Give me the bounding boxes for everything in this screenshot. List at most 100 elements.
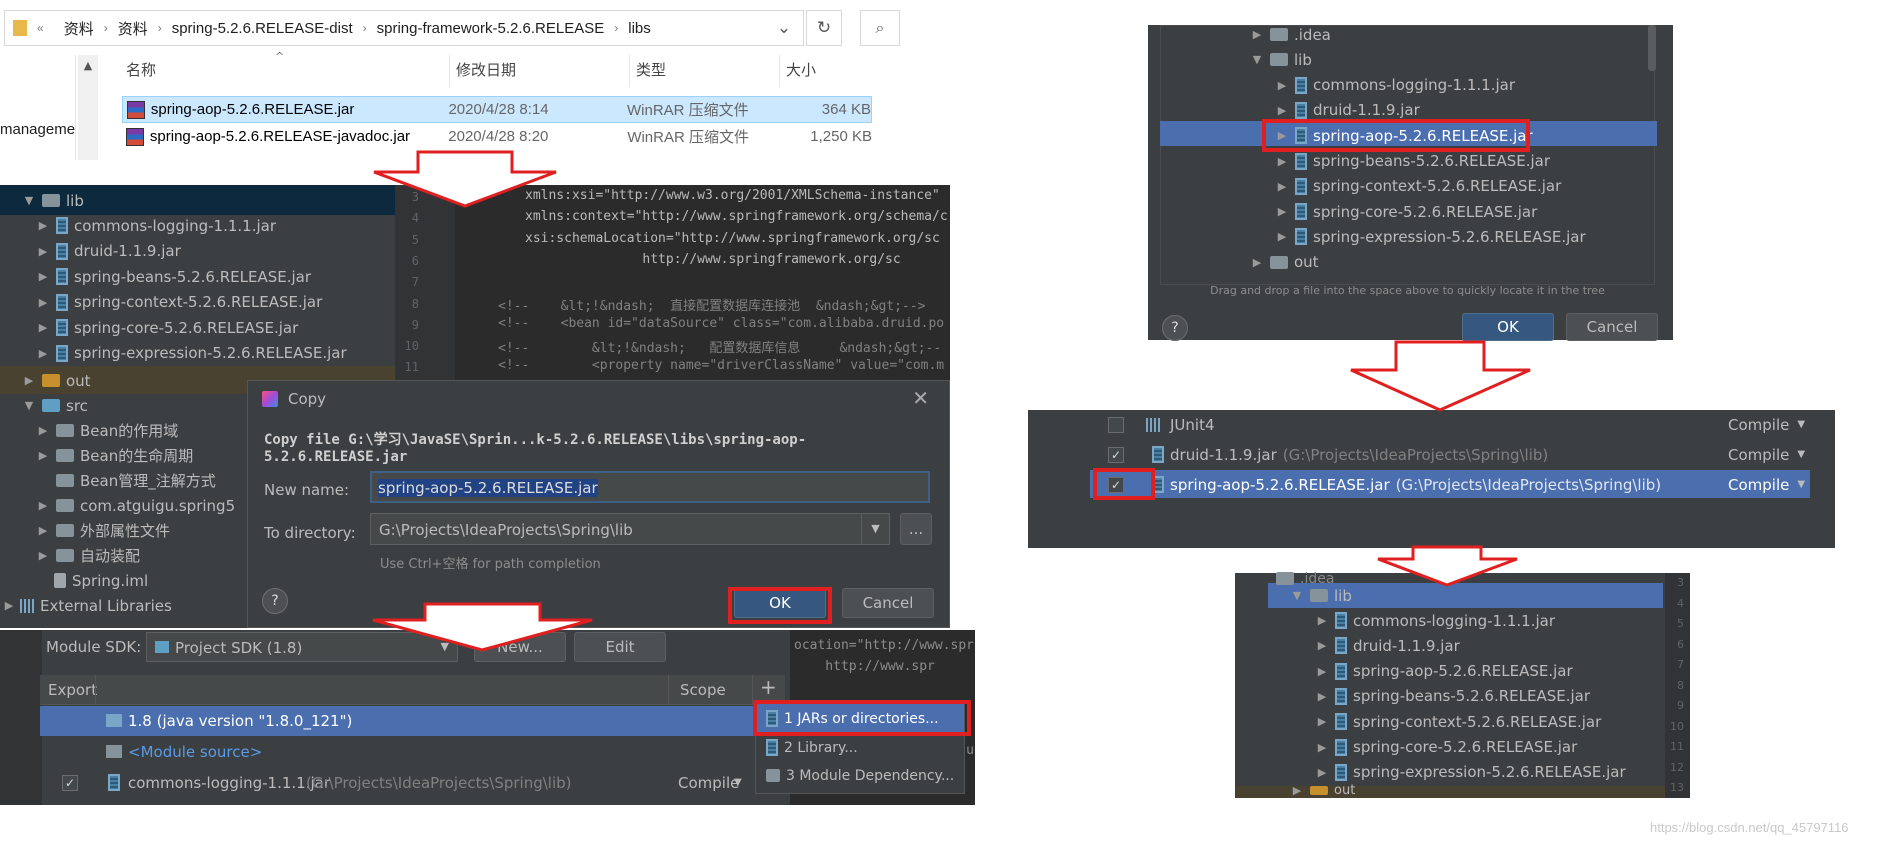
chevron-up-icon[interactable]: ▲ — [78, 59, 98, 72]
expand-arrow-icon[interactable]: ▼ — [1250, 53, 1264, 66]
breadcrumb-item[interactable]: spring-5.2.6.RELEASE-dist — [162, 20, 363, 37]
chooser-node[interactable]: ▶ spring-expression-5.2.6.RELEASE.jar — [1275, 224, 1586, 249]
column-name[interactable]: 名称 — [120, 55, 450, 87]
address-bar[interactable]: « 资料 › 资料 › spring-5.2.6.RELEASE-dist › spr… — [4, 10, 804, 46]
expand-arrow-icon[interactable]: ▶ — [36, 321, 50, 334]
dependency-row[interactable]: JUnit4 — [1108, 412, 1808, 437]
tree-node-out[interactable]: ▶ out — [1290, 782, 1356, 798]
tree-node-jar[interactable]: ▶ druid-1.1.9.jar — [1315, 633, 1460, 658]
breadcrumb-item[interactable]: 资料 — [108, 18, 158, 39]
help-button[interactable]: ? — [262, 588, 288, 614]
refresh-icon[interactable]: ↻ — [806, 10, 842, 46]
expand-arrow-icon[interactable]: ▶ — [36, 219, 50, 232]
tree-node-jar[interactable]: ▶ druid-1.1.9.jar — [36, 239, 181, 264]
file-row[interactable]: spring-aop-5.2.6.RELEASE.jar 2020/4/28 8… — [122, 96, 872, 123]
scrollbar-thumb[interactable] — [1648, 25, 1656, 71]
new-name-input[interactable]: spring-aop-5.2.6.RELEASE.jar — [370, 471, 930, 503]
tree-node-package[interactable]: ▶ com.atguigu.spring5 — [36, 493, 235, 518]
chooser-node[interactable]: ▶ commons-logging-1.1.1.jar — [1275, 73, 1515, 98]
help-button[interactable]: ? — [1162, 315, 1188, 341]
file-row[interactable]: spring-aop-5.2.6.RELEASE-javadoc.jar 202… — [122, 123, 872, 150]
browse-button[interactable]: ... — [900, 513, 932, 545]
breadcrumb-item[interactable]: libs — [618, 20, 661, 37]
dependency-row[interactable]: ✓ druid-1.1.9.jar (G:\Projects\IdeaProject… — [1108, 442, 1808, 467]
chevron-down-icon[interactable]: ▼ — [861, 514, 889, 544]
export-column[interactable]: Export — [48, 681, 97, 699]
scrollbar[interactable]: ▲ — [78, 55, 98, 160]
dep-scope[interactable]: Compile ▼ — [1728, 412, 1805, 437]
nav-item-label[interactable]: manageme — [0, 121, 75, 138]
dep-row-commons-logging[interactable]: ✓ commons-logging-1.1.1.jar (G:\Projects… — [40, 768, 785, 798]
breadcrumb-item[interactable]: 资料 — [54, 18, 104, 39]
scope-column[interactable]: Scope — [680, 681, 726, 699]
export-checkbox[interactable]: ✓ — [62, 775, 78, 791]
expand-arrow-icon[interactable]: ▶ — [1315, 690, 1329, 703]
expand-arrow-icon[interactable]: ▶ — [36, 524, 50, 537]
expand-arrow-icon[interactable]: ▶ — [36, 347, 50, 360]
tree-node-jar[interactable]: ▶ spring-aop-5.2.6.RELEASE.jar — [1315, 659, 1573, 684]
tree-node-iml[interactable]: Spring.iml — [48, 568, 148, 593]
expand-arrow-icon[interactable]: ▶ — [1315, 614, 1329, 627]
chevron-down-icon[interactable]: ▼ — [734, 777, 742, 788]
tree-node-jar[interactable]: ▶ spring-beans-5.2.6.RELEASE.jar — [36, 264, 311, 289]
expand-arrow-icon[interactable]: ▶ — [36, 245, 50, 258]
tree-node-jar[interactable]: ▶ commons-logging-1.1.1.jar — [1315, 608, 1555, 633]
expand-arrow-icon[interactable]: ▶ — [36, 270, 50, 283]
add-dependency-button[interactable]: + — [760, 675, 777, 699]
tree-node-package[interactable]: ▶ 外部属性文件 — [36, 518, 170, 543]
expand-arrow-icon[interactable]: ▶ — [1315, 639, 1329, 652]
tree-node-jar[interactable]: ▶ spring-expression-5.2.6.RELEASE.jar — [36, 341, 347, 366]
tree-node-jar[interactable]: ▶ spring-context-5.2.6.RELEASE.jar — [1315, 709, 1602, 734]
expand-arrow-icon[interactable]: ▶ — [36, 499, 50, 512]
tree-node-src[interactable]: ▼ src — [22, 393, 88, 418]
tree-node-jar[interactable]: ▶ spring-context-5.2.6.RELEASE.jar — [36, 290, 323, 315]
dep-scope[interactable]: Compile ▼ — [1728, 442, 1805, 467]
expand-arrow-icon[interactable]: ▶ — [1315, 766, 1329, 779]
popup-item-library[interactable]: 2 Library... — [760, 735, 858, 760]
expand-arrow-icon[interactable]: ▼ — [22, 194, 36, 207]
expand-arrow-icon[interactable]: ▶ — [1290, 784, 1304, 797]
tree-node-jar[interactable]: ▶ spring-beans-5.2.6.RELEASE.jar — [1315, 684, 1590, 709]
chevron-down-icon[interactable]: ⌄ — [766, 10, 802, 46]
tree-node-lib[interactable]: ▼ lib — [22, 188, 84, 213]
cancel-button[interactable]: Cancel — [1566, 313, 1658, 341]
ok-button[interactable]: OK — [1462, 313, 1554, 341]
expand-arrow-icon[interactable]: ▶ — [36, 449, 50, 462]
expand-arrow-icon[interactable]: ▶ — [22, 374, 36, 387]
chevron-down-icon[interactable]: ▼ — [1797, 419, 1805, 430]
expand-arrow-icon[interactable]: ▶ — [2, 599, 16, 612]
expand-arrow-icon[interactable]: ▶ — [1275, 79, 1289, 92]
tree-node-package[interactable]: ▶ Bean的生命周期 — [36, 443, 193, 468]
chooser-node[interactable]: ▶ .idea — [1250, 22, 1331, 47]
tree-node-out[interactable]: ▶ out — [22, 368, 91, 393]
chooser-node[interactable]: ▶ out — [1250, 250, 1319, 275]
breadcrumb-item[interactable]: spring-framework-5.2.6.RELEASE — [367, 20, 615, 37]
expand-arrow-icon[interactable]: ▶ — [1250, 28, 1264, 41]
dep-scope[interactable]: Compile ▼ — [1728, 472, 1805, 497]
tree-node-jar[interactable]: ▶ spring-core-5.2.6.RELEASE.jar — [36, 315, 298, 340]
expand-arrow-icon[interactable]: ▶ — [36, 549, 50, 562]
tree-node-lib[interactable]: ▼ lib — [1290, 583, 1352, 608]
expand-arrow-icon[interactable]: ▶ — [36, 296, 50, 309]
tree-node-external-libraries[interactable]: ▶ External Libraries — [2, 593, 172, 618]
expand-arrow-icon[interactable]: ▶ — [1275, 104, 1289, 117]
expand-arrow-icon[interactable]: ▼ — [22, 399, 36, 412]
chooser-node[interactable]: ▶ spring-core-5.2.6.RELEASE.jar — [1275, 199, 1537, 224]
expand-arrow-icon[interactable]: ▶ — [1315, 665, 1329, 678]
chooser-node[interactable]: ▼ lib — [1250, 47, 1312, 72]
column-type[interactable]: 类型 — [630, 55, 780, 87]
search-icon[interactable]: ⌕ — [860, 10, 900, 46]
tree-node-jar[interactable]: ▶ commons-logging-1.1.1.jar — [36, 213, 276, 238]
dependency-row[interactable]: ✓ spring-aop-5.2.6.RELEASE.jar (G:\Project… — [1108, 472, 1808, 497]
expand-arrow-icon[interactable]: ▶ — [1315, 715, 1329, 728]
expand-arrow-icon[interactable]: ▶ — [1275, 205, 1289, 218]
column-size[interactable]: 大小 — [780, 55, 880, 87]
cancel-button[interactable]: Cancel — [842, 588, 934, 618]
expand-arrow-icon[interactable]: ▶ — [1315, 741, 1329, 754]
expand-arrow-icon[interactable]: ▶ — [1275, 230, 1289, 243]
tree-node-package[interactable]: ▶ Bean的作用域 — [36, 418, 178, 443]
popup-item-module[interactable]: 3 Module Dependency... — [760, 763, 954, 788]
tree-node-package[interactable]: Bean管理_注解方式 — [36, 468, 216, 493]
close-icon[interactable]: ✕ — [912, 386, 929, 410]
tree-node-jar[interactable]: ▶ spring-core-5.2.6.RELEASE.jar — [1315, 735, 1577, 760]
